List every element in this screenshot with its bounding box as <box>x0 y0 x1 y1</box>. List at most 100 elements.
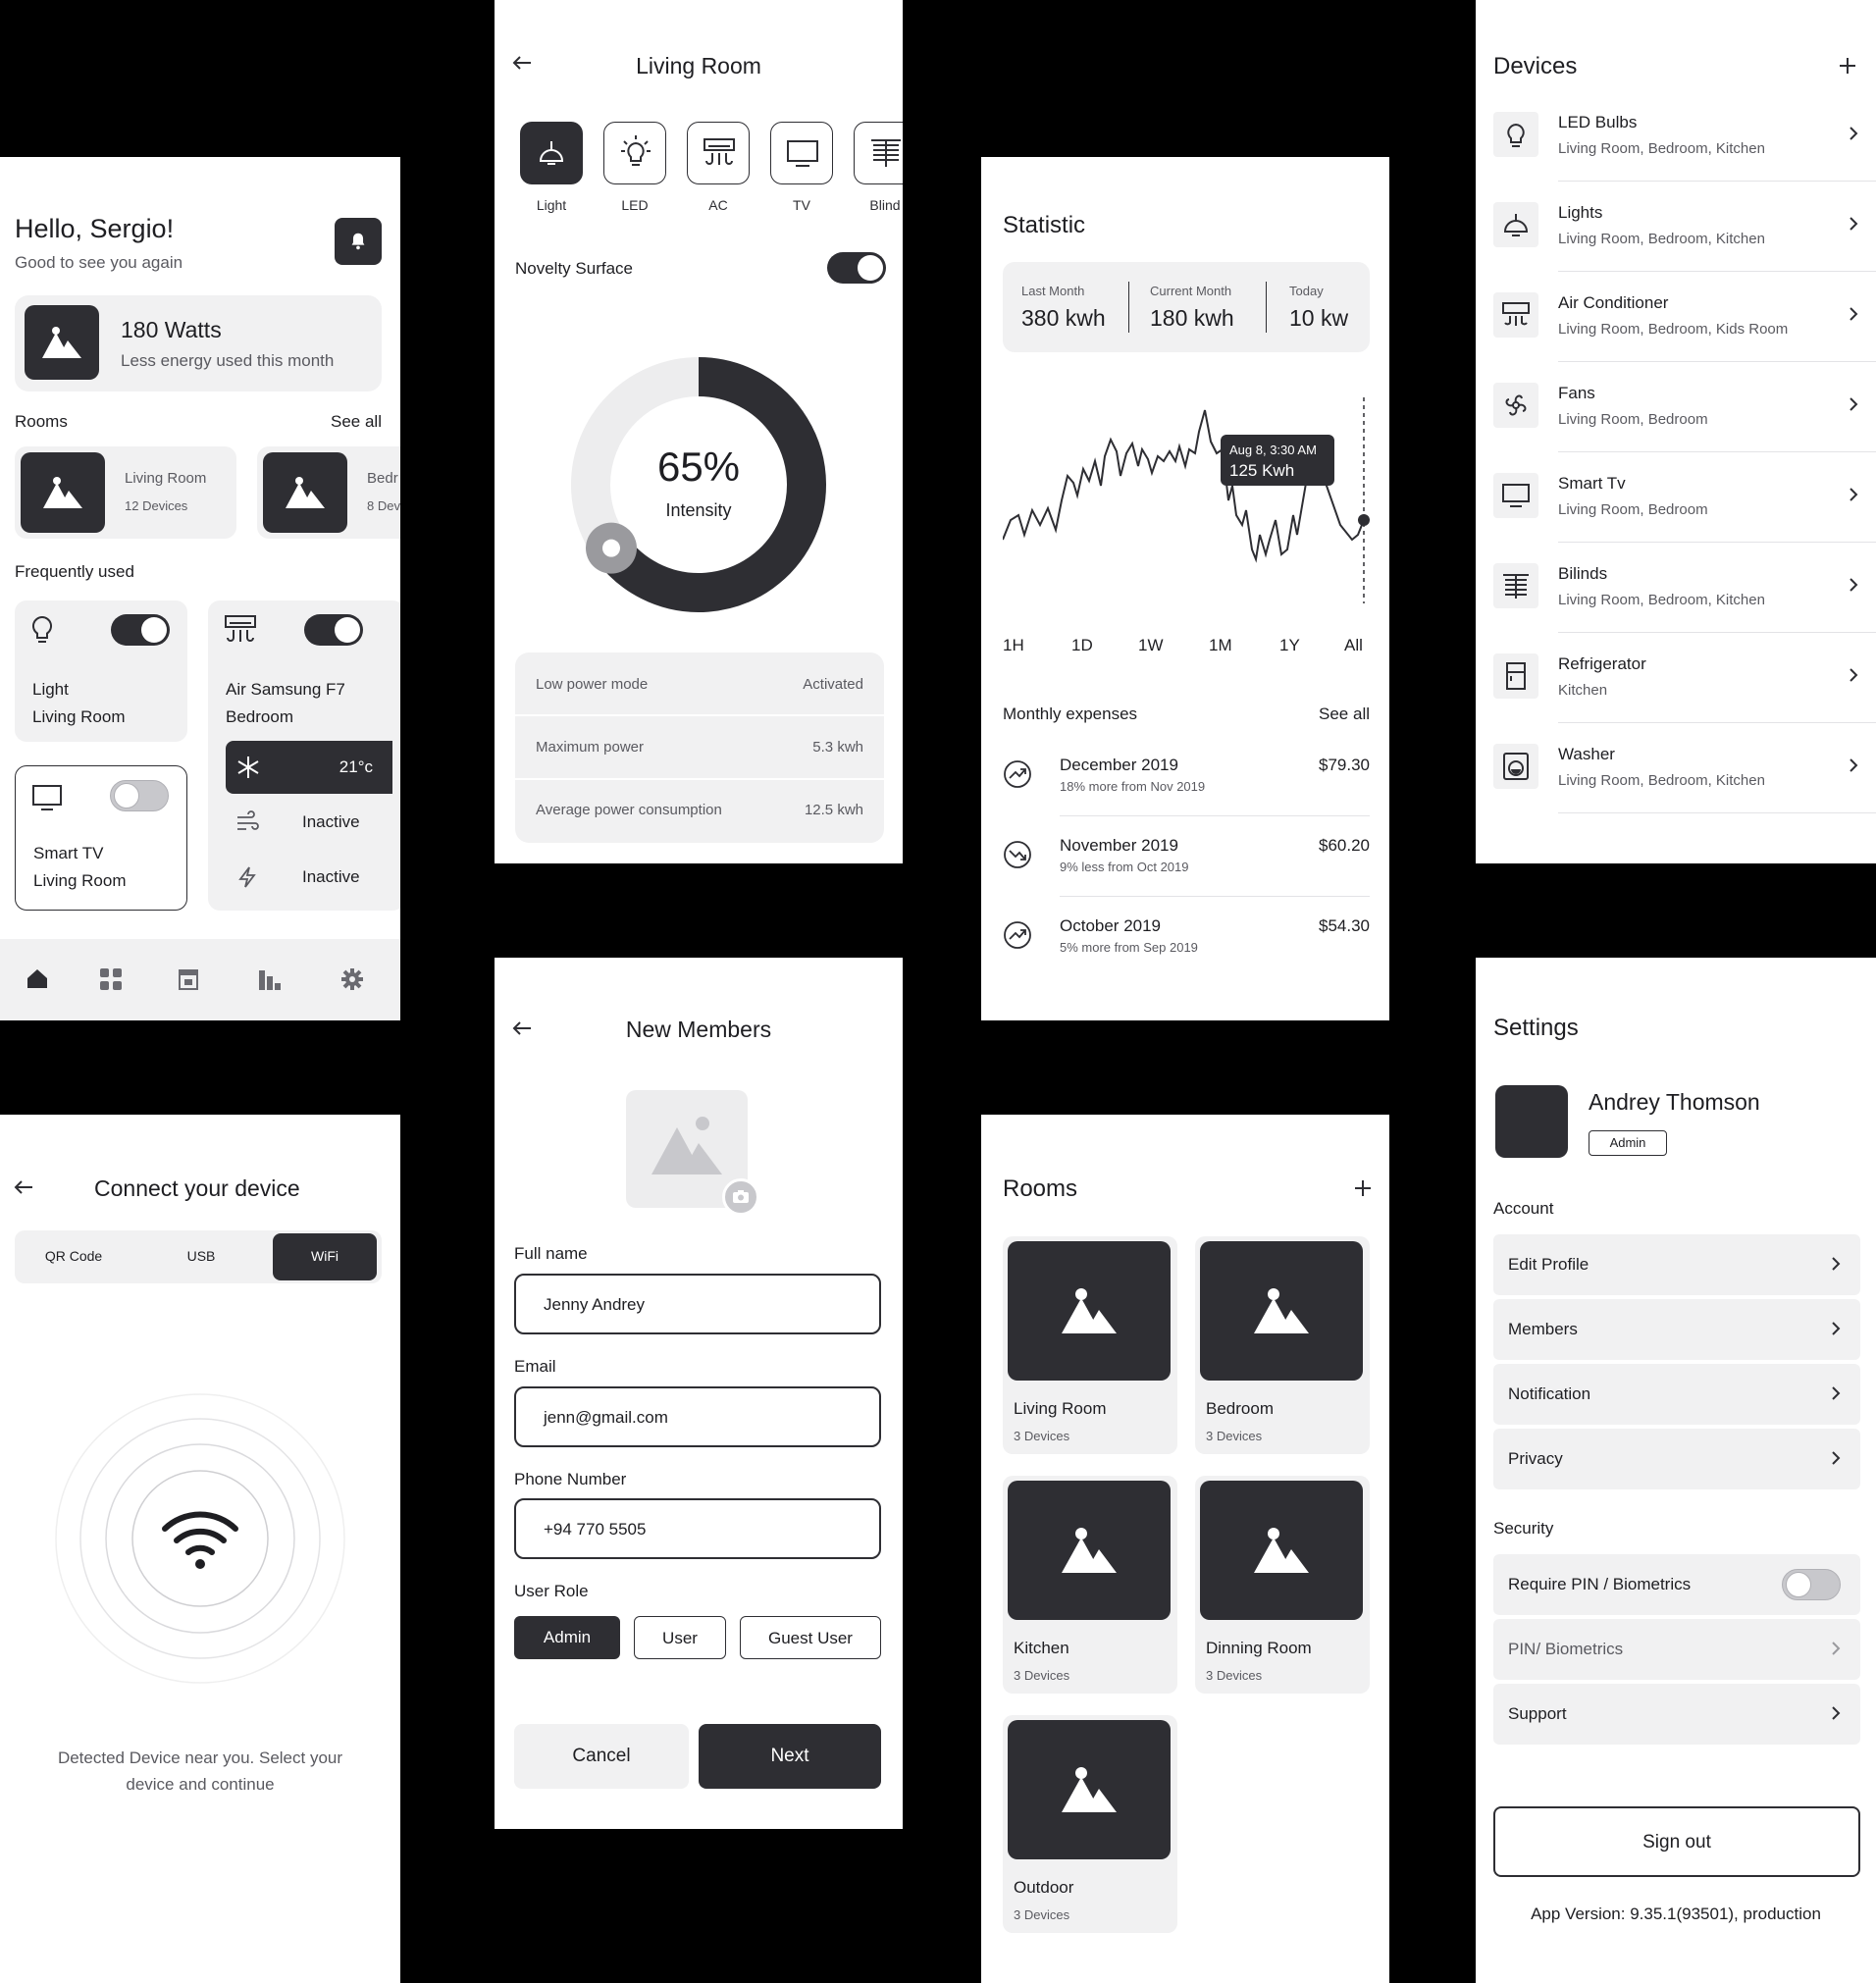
email-value: jenn@gmail.com <box>544 1408 668 1427</box>
device-row[interactable]: Bilinds Living Room, Bedroom, Kitchen <box>1476 559 1876 644</box>
device-row[interactable]: Lights Living Room, Bedroom, Kitchen <box>1476 198 1876 283</box>
account-row[interactable]: Privacy <box>1493 1429 1860 1489</box>
calendar-icon[interactable] <box>178 967 199 991</box>
require-pin-toggle[interactable] <box>1782 1569 1841 1600</box>
fridge-icon <box>1506 662 1526 690</box>
sign-out-button[interactable]: Sign out <box>1493 1806 1860 1877</box>
app-version: App Version: 9.35.1(93501), production <box>1531 1905 1821 1923</box>
info-label: Maximum power <box>536 739 645 756</box>
device-tab-led[interactable] <box>603 122 666 184</box>
camera-button[interactable] <box>722 1178 759 1216</box>
room-card[interactable]: Outdoor 3 Devices <box>1003 1715 1177 1933</box>
device-tab-label: AC <box>708 197 728 213</box>
room-card[interactable]: Living Room 3 Devices <box>1003 1236 1177 1454</box>
room-card[interactable]: Bedroom 3 Devices <box>1195 1236 1370 1454</box>
surface-toggle[interactable] <box>827 252 886 284</box>
expense-amount: $60.20 <box>1319 836 1370 855</box>
home-screen: Hello, Sergio! Good to see you again 180… <box>0 157 400 1020</box>
back-arrow-icon[interactable] <box>14 1179 33 1195</box>
tab-qr-code[interactable]: QR Code <box>15 1248 132 1264</box>
device-row[interactable]: Smart Tv Living Room, Bedroom <box>1476 469 1876 553</box>
expenses-see-all[interactable]: See all <box>1319 704 1370 724</box>
account-row-label: Edit Profile <box>1508 1255 1589 1274</box>
account-row[interactable]: Notification <box>1493 1364 1860 1425</box>
email-input[interactable]: jenn@gmail.com <box>514 1386 881 1447</box>
blinds-icon <box>871 139 901 167</box>
statistic-screen: Statistic Last Month 380 kwh Current Mon… <box>981 157 1389 1020</box>
stats-icon[interactable] <box>257 966 283 992</box>
support-row[interactable]: Support <box>1493 1684 1860 1745</box>
settings-gear-icon[interactable] <box>340 967 364 991</box>
usage-line-chart[interactable] <box>1003 392 1370 608</box>
role-guest-button[interactable]: Guest User <box>740 1616 881 1659</box>
room-name: Outdoor <box>1014 1878 1074 1897</box>
usage-summary: Last Month 380 kwh Current Month 180 kwh… <box>1003 262 1370 352</box>
bulb-icon <box>621 135 651 166</box>
rooms-see-all[interactable]: See all <box>331 412 382 432</box>
energy-value: 180 Watts <box>121 317 222 342</box>
trend-up-icon <box>1004 921 1031 949</box>
devices-screen: Devices LED Bulbs Living Room, Bedroom, … <box>1476 0 1876 863</box>
room-card[interactable]: Dinning Room 3 Devices <box>1195 1476 1370 1694</box>
device-tab-blind[interactable] <box>854 122 903 184</box>
grid-icon[interactable] <box>99 967 123 991</box>
next-button[interactable]: Next <box>699 1724 881 1789</box>
room-image-icon <box>1008 1481 1171 1620</box>
device-tab-light[interactable] <box>520 122 583 184</box>
light-device-card[interactable]: Light Living Room <box>15 600 187 742</box>
pin-biometrics-row[interactable]: PIN/ Biometrics <box>1493 1619 1860 1680</box>
expense-month: December 2019 <box>1060 756 1178 774</box>
avatar[interactable] <box>1495 1085 1568 1158</box>
tab-usb[interactable]: USB <box>142 1248 260 1264</box>
ac-toggle[interactable] <box>304 614 363 646</box>
range-1y[interactable]: 1Y <box>1279 636 1300 655</box>
room-card-bedroom[interactable]: Bedr 8 Dev <box>257 446 400 539</box>
role-badge-label: Admin <box>1609 1135 1646 1150</box>
account-row-label: Members <box>1508 1320 1578 1338</box>
role-user-button[interactable]: User <box>634 1616 726 1659</box>
add-room-icon[interactable] <box>1354 1179 1372 1197</box>
account-row[interactable]: Edit Profile <box>1493 1234 1860 1295</box>
account-row-label: Privacy <box>1508 1449 1563 1468</box>
page-title: Connect your device <box>94 1175 300 1201</box>
device-name: Fans <box>1558 384 1595 402</box>
role-admin-button[interactable]: Admin <box>514 1616 620 1659</box>
full-name-input[interactable]: Jenny Andrey <box>514 1274 881 1334</box>
light-toggle[interactable] <box>111 614 170 646</box>
home-icon[interactable] <box>26 966 49 990</box>
connect-device-screen: Connect your device QR Code USB WiFi Det… <box>0 1115 400 1983</box>
range-1h[interactable]: 1H <box>1003 636 1024 655</box>
notification-button[interactable] <box>335 218 382 265</box>
energy-caption: Less energy used this month <box>121 351 335 370</box>
new-members-screen: New Members Full name Jenny Andrey Email… <box>495 958 903 1829</box>
tab-wifi[interactable]: WiFi <box>273 1233 377 1280</box>
range-all[interactable]: All <box>1344 636 1363 655</box>
device-tab-ac[interactable] <box>687 122 750 184</box>
device-row[interactable]: Washer Living Room, Bedroom, Kitchen <box>1476 740 1876 824</box>
tv-device-card[interactable]: Smart TV Living Room <box>15 765 187 911</box>
account-row[interactable]: Members <box>1493 1299 1860 1360</box>
device-row[interactable]: Air Conditioner Living Room, Bedroom, Ki… <box>1476 288 1876 373</box>
range-1d[interactable]: 1D <box>1071 636 1093 655</box>
room-card-living[interactable]: Living Room 12 Devices <box>15 446 236 539</box>
device-tab-tv[interactable] <box>770 122 833 184</box>
range-1w[interactable]: 1W <box>1138 636 1164 655</box>
device-name: Smart Tv <box>1558 474 1626 493</box>
range-1m[interactable]: 1M <box>1209 636 1232 655</box>
frequently-used-label: Frequently used <box>15 562 134 581</box>
phone-input[interactable]: +94 770 5505 <box>514 1498 881 1559</box>
cancel-button[interactable]: Cancel <box>514 1724 689 1789</box>
device-icon-box <box>1493 473 1538 518</box>
device-row[interactable]: LED Bulbs Living Room, Bedroom, Kitchen <box>1476 108 1876 192</box>
device-row[interactable]: Refrigerator Kitchen <box>1476 650 1876 734</box>
room-devices: 3 Devices <box>1014 1429 1070 1443</box>
tv-toggle[interactable] <box>110 780 169 811</box>
ac-device-card[interactable]: Air Samsung F7 Bedroom 21°c Inactive Ina… <box>208 600 400 911</box>
device-rooms: Living Room, Bedroom, Kids Room <box>1558 321 1789 338</box>
room-card[interactable]: Kitchen 3 Devices <box>1003 1476 1177 1694</box>
add-device-icon[interactable] <box>1839 57 1856 75</box>
device-row[interactable]: Fans Living Room, Bedroom <box>1476 379 1876 463</box>
temperature-row[interactable]: 21°c <box>226 741 392 794</box>
chevron-right-icon <box>1832 1322 1841 1335</box>
require-pin-row[interactable]: Require PIN / Biometrics <box>1493 1554 1860 1615</box>
